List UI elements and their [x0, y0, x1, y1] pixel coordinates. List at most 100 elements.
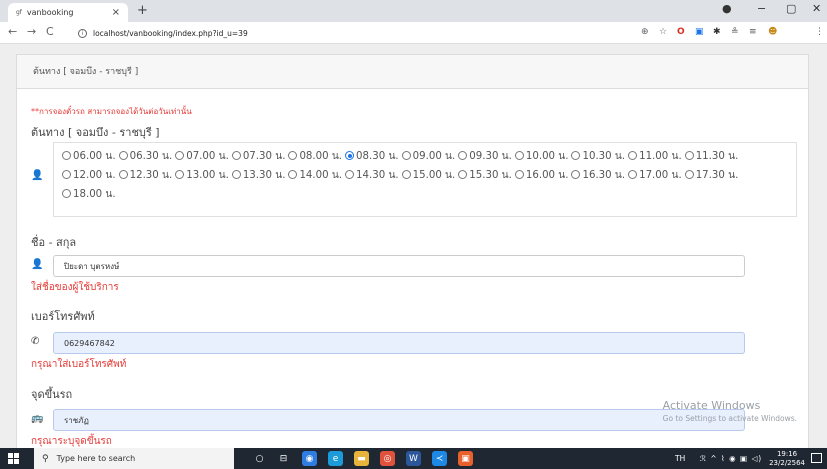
- notification-icon[interactable]: [811, 453, 822, 463]
- time-option-label: 06.00 น.: [73, 151, 116, 162]
- radio-icon[interactable]: [175, 170, 185, 179]
- language-indicator[interactable]: TH: [675, 454, 685, 463]
- forward-icon[interactable]: →: [27, 25, 36, 38]
- maximize-icon[interactable]: ▢: [786, 2, 796, 15]
- chrome-icon[interactable]: ◎: [380, 451, 395, 466]
- radio-icon[interactable]: [345, 151, 355, 160]
- time-option[interactable]: 15.00 น.: [401, 166, 456, 185]
- radio-icon[interactable]: [62, 189, 71, 198]
- back-icon[interactable]: ←: [8, 25, 17, 38]
- time-option[interactable]: 12.30 น.: [118, 166, 172, 185]
- pickup-input[interactable]: ราชภัฏ: [53, 409, 745, 431]
- radio-icon[interactable]: [458, 151, 468, 160]
- time-option[interactable]: 08.30 น.: [345, 147, 399, 166]
- app-orange-icon[interactable]: ▣: [458, 451, 473, 466]
- time-option[interactable]: 07.00 น.: [175, 147, 229, 166]
- menu-icon[interactable]: ⋮: [815, 27, 824, 37]
- time-option[interactable]: 14.30 น.: [345, 166, 399, 185]
- booking-notice: **การจองตั๋วรถ สามารถจองได้วันต่อวันเท่า…: [31, 107, 192, 116]
- radio-icon[interactable]: [514, 151, 524, 160]
- account-icon[interactable]: ●: [722, 2, 732, 15]
- time-option-label: 14.30 น.: [356, 170, 399, 181]
- name-input[interactable]: ปิยะดา บุตรหงษ์: [53, 255, 745, 277]
- radio-icon[interactable]: [288, 151, 298, 160]
- close-tab-icon[interactable]: ×: [112, 7, 120, 18]
- app-blue-icon[interactable]: ◉: [302, 451, 317, 466]
- extension-icon-2[interactable]: ≗: [731, 27, 739, 37]
- radio-icon[interactable]: [62, 170, 71, 179]
- time-option[interactable]: 14.00 น.: [288, 166, 342, 185]
- time-option[interactable]: 17.30 น.: [684, 166, 739, 185]
- reading-list-icon[interactable]: ≡: [749, 27, 757, 37]
- radio-icon[interactable]: [62, 151, 71, 160]
- time-option[interactable]: 06.30 น.: [118, 147, 172, 166]
- radio-icon[interactable]: [571, 151, 581, 160]
- time-option[interactable]: 07.30 น.: [231, 147, 285, 166]
- time-option-label: 15.00 น.: [412, 170, 456, 181]
- radio-icon[interactable]: [175, 151, 185, 160]
- new-tab-icon[interactable]: +: [137, 3, 148, 18]
- time-option[interactable]: 09.30 น.: [458, 147, 512, 166]
- radio-icon[interactable]: [628, 151, 638, 160]
- radio-icon[interactable]: [684, 170, 694, 179]
- radio-icon[interactable]: [401, 151, 411, 160]
- browser-tab[interactable]: gf vanbooking ×: [8, 3, 128, 22]
- zoom-icon[interactable]: ⊕: [641, 27, 649, 37]
- word-icon[interactable]: W: [406, 451, 421, 466]
- time-option[interactable]: 10.30 น.: [571, 147, 625, 166]
- phone-input[interactable]: 0629467842: [53, 332, 745, 354]
- bookmark-star-icon[interactable]: ☆: [659, 27, 667, 37]
- url-field[interactable]: i localhost/vanbooking/index.php?id_u=39: [78, 25, 248, 41]
- radio-icon[interactable]: [628, 170, 638, 179]
- radio-icon[interactable]: [345, 170, 355, 179]
- time-option[interactable]: 13.00 น.: [175, 166, 229, 185]
- radio-icon[interactable]: [458, 170, 468, 179]
- time-option[interactable]: 15.30 น.: [458, 166, 512, 185]
- time-option[interactable]: 11.00 น.: [628, 147, 682, 166]
- file-explorer-icon[interactable]: ▬: [354, 451, 369, 466]
- extension-icon[interactable]: ▣: [695, 27, 704, 37]
- radio-icon[interactable]: [401, 170, 411, 179]
- search-placeholder: Type here to search: [56, 454, 136, 463]
- radio-icon[interactable]: [118, 170, 128, 179]
- time-option-label: 08.30 น.: [356, 151, 399, 162]
- radio-icon[interactable]: [231, 170, 241, 179]
- time-option[interactable]: 18.00 น.: [62, 185, 116, 204]
- task-view-icon[interactable]: ○: [252, 451, 267, 466]
- time-option[interactable]: 12.00 น.: [62, 166, 116, 185]
- time-option[interactable]: 11.30 น.: [684, 147, 738, 166]
- radio-icon[interactable]: [571, 170, 581, 179]
- time-option[interactable]: 06.00 น.: [62, 147, 116, 166]
- radio-icon[interactable]: [684, 151, 694, 160]
- radio-icon[interactable]: [288, 170, 298, 179]
- time-option[interactable]: 16.30 น.: [571, 166, 625, 185]
- opera-extension-icon[interactable]: O: [677, 27, 685, 37]
- clock-time: 19:16: [776, 450, 798, 458]
- name-value: ปิยะดา บุตรหงษ์: [64, 261, 120, 271]
- system-tray-icons[interactable]: ℛ ^ ⌇ ◉ ▣ ◁): [700, 454, 762, 463]
- time-option-label: 17.30 น.: [695, 170, 739, 181]
- time-option-label: 09.30 น.: [469, 151, 512, 162]
- puzzle-icon[interactable]: ✱: [713, 27, 721, 37]
- widgets-icon[interactable]: ⊟: [276, 451, 291, 466]
- taskbar-clock[interactable]: 19:16 23/2/2564: [769, 450, 805, 468]
- taskbar-search[interactable]: ⚲ Type here to search: [34, 448, 234, 469]
- time-option[interactable]: 09.00 น.: [401, 147, 455, 166]
- clock-date: 23/2/2564: [769, 459, 805, 467]
- radio-icon[interactable]: [514, 170, 524, 179]
- time-option[interactable]: 10.00 น.: [514, 147, 568, 166]
- time-option[interactable]: 16.00 น.: [514, 166, 568, 185]
- reload-icon[interactable]: C: [46, 25, 54, 38]
- vscode-icon[interactable]: ≺: [432, 451, 447, 466]
- window-close-icon[interactable]: ✕: [812, 2, 821, 15]
- radio-icon[interactable]: [118, 151, 128, 160]
- time-option[interactable]: 13.30 น.: [231, 166, 285, 185]
- radio-icon[interactable]: [231, 151, 241, 160]
- time-option[interactable]: 08.00 น.: [288, 147, 342, 166]
- windows-start-icon[interactable]: [8, 453, 19, 464]
- edge-icon[interactable]: e: [328, 451, 343, 466]
- profile-avatar-icon[interactable]: ☻: [768, 27, 777, 37]
- time-option[interactable]: 17.00 น.: [628, 166, 682, 185]
- minimize-icon[interactable]: −: [757, 2, 766, 15]
- site-info-icon[interactable]: i: [78, 28, 87, 38]
